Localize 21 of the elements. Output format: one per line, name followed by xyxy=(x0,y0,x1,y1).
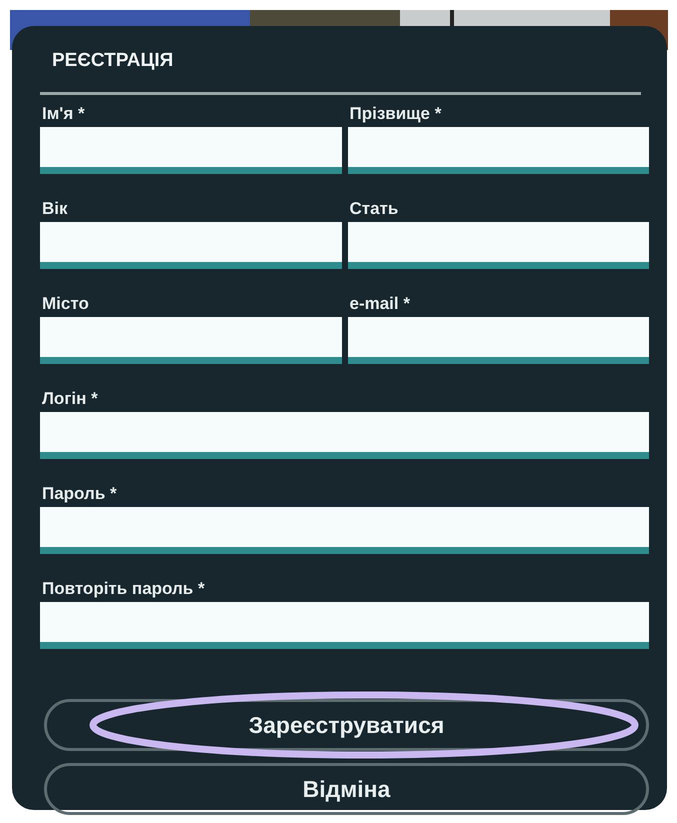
input-field[interactable] xyxy=(40,412,649,459)
dialog-title: РЕЄСТРАЦІЯ xyxy=(40,50,641,95)
field-label: Пароль * xyxy=(42,483,118,505)
field-label: Вік xyxy=(42,198,69,220)
input-field[interactable] xyxy=(348,222,649,269)
input-field[interactable] xyxy=(40,317,342,364)
input-field[interactable] xyxy=(40,127,342,174)
input-field[interactable] xyxy=(40,222,342,269)
input-field[interactable] xyxy=(348,127,649,174)
field-label: Стать xyxy=(350,198,400,220)
input-field[interactable] xyxy=(40,602,649,649)
field-label: Прізвище * xyxy=(350,103,442,125)
input-field[interactable] xyxy=(348,317,649,364)
cancel-button[interactable]: Відміна xyxy=(44,763,649,815)
input-field[interactable] xyxy=(40,507,649,554)
register-button[interactable]: Зареєструватися xyxy=(44,699,649,751)
field-label: Ім'я * xyxy=(42,103,86,125)
field-label: e-mail * xyxy=(350,293,411,315)
field-label: Місто xyxy=(42,293,90,315)
field-label: Повторіть пароль * xyxy=(42,578,206,600)
field-label: Логін * xyxy=(42,388,99,410)
